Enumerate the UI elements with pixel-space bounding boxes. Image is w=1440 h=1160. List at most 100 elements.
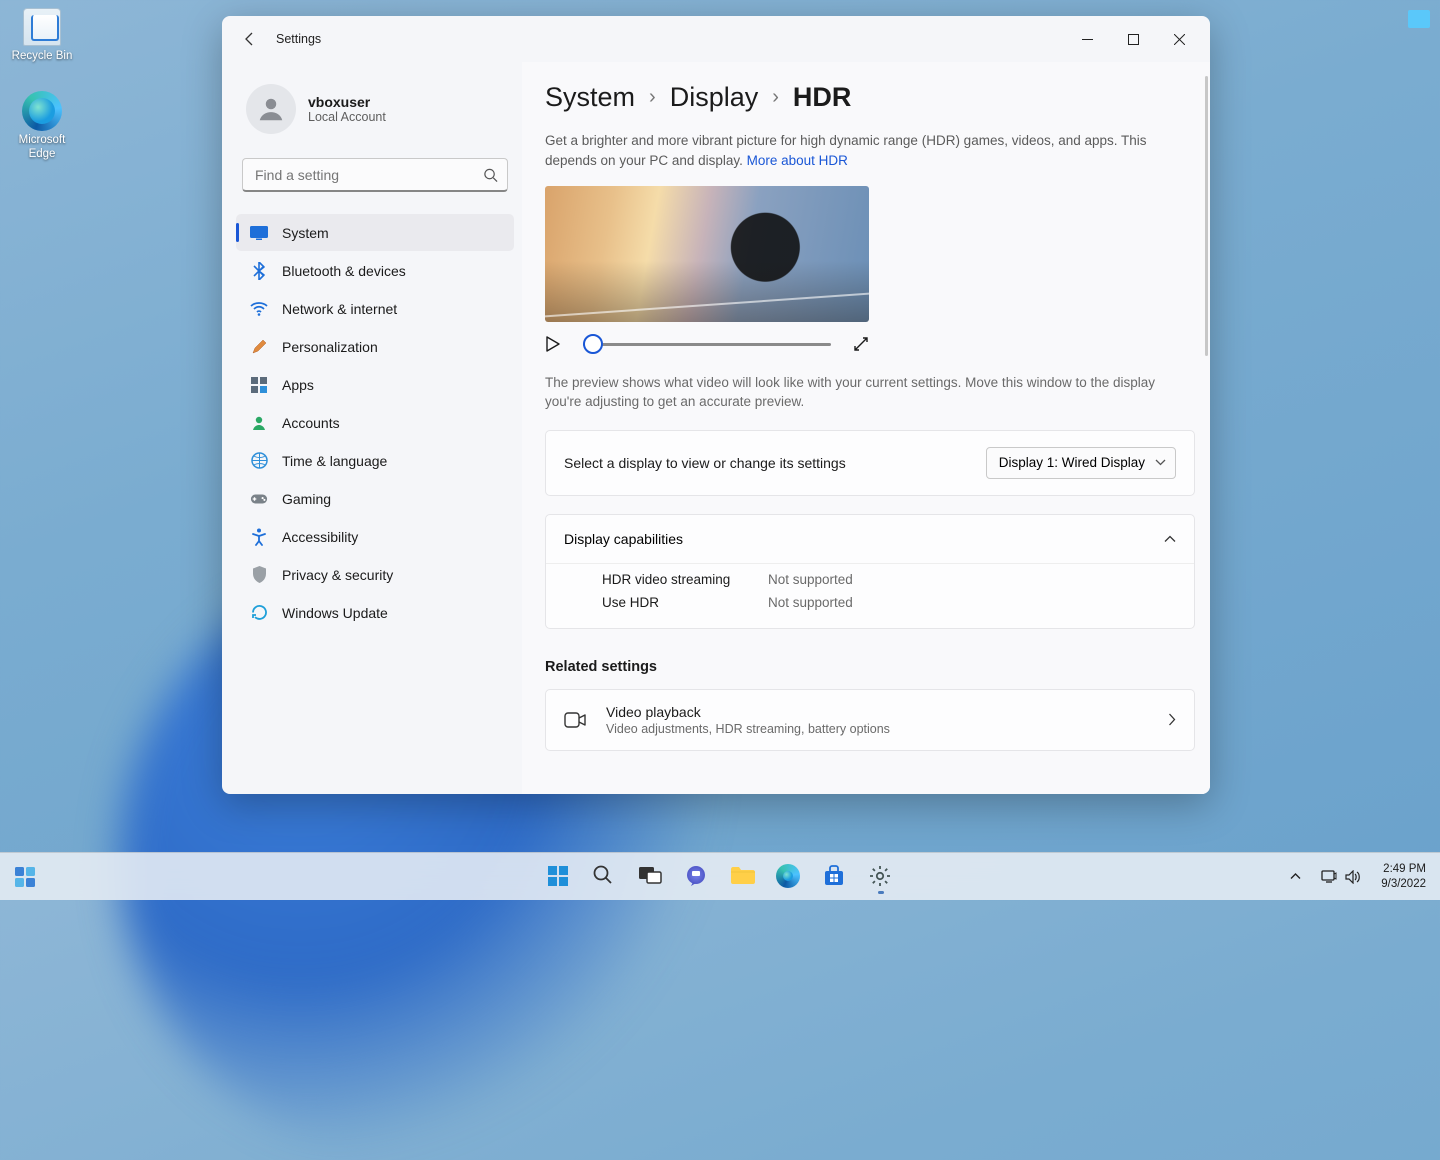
settings-window: Settings vboxuser Local Account bbox=[222, 16, 1210, 794]
user-name: vboxuser bbox=[308, 94, 386, 110]
sidebar-item-bluetooth[interactable]: Bluetooth & devices bbox=[236, 252, 514, 289]
scrollbar[interactable] bbox=[1205, 76, 1208, 356]
tray-quick-settings[interactable] bbox=[1315, 866, 1367, 888]
back-button[interactable] bbox=[236, 25, 264, 53]
sidebar-item-label: Accessibility bbox=[282, 529, 358, 545]
window-title: Settings bbox=[276, 32, 321, 46]
display-icon bbox=[250, 224, 268, 242]
file-explorer-button[interactable] bbox=[723, 857, 763, 897]
sidebar-item-label: Network & internet bbox=[282, 301, 397, 317]
video-playback-card[interactable]: Video playback Video adjustments, HDR st… bbox=[545, 689, 1195, 751]
update-icon bbox=[250, 604, 268, 622]
minimize-button[interactable] bbox=[1064, 23, 1110, 55]
slider-thumb[interactable] bbox=[583, 334, 603, 354]
start-button[interactable] bbox=[539, 857, 579, 897]
maximize-button[interactable] bbox=[1110, 23, 1156, 55]
sidebar-item-label: System bbox=[282, 225, 329, 241]
edge-button[interactable] bbox=[769, 857, 809, 897]
display-capabilities-card: Display capabilities HDR video streaming… bbox=[545, 514, 1195, 629]
sidebar-item-network[interactable]: Network & internet bbox=[236, 290, 514, 327]
dropdown-value: Display 1: Wired Display bbox=[999, 455, 1145, 470]
user-subtitle: Local Account bbox=[308, 110, 386, 124]
preview-slider[interactable] bbox=[583, 343, 831, 346]
edge-icon bbox=[21, 90, 63, 132]
video-icon bbox=[564, 712, 588, 728]
capability-row: HDR video streaming Not supported bbox=[602, 572, 1176, 587]
chevron-right-icon: › bbox=[772, 86, 779, 109]
desktop-icon-recycle-bin[interactable]: Recycle Bin bbox=[6, 6, 78, 64]
store-button[interactable] bbox=[815, 857, 855, 897]
desktop-icon-label: Recycle Bin bbox=[12, 50, 73, 64]
clock-date: 9/3/2022 bbox=[1381, 877, 1426, 891]
volume-tray-icon bbox=[1345, 870, 1361, 884]
taskbar-clock[interactable]: 2:49 PM 9/3/2022 bbox=[1375, 860, 1432, 893]
play-button[interactable] bbox=[545, 336, 561, 352]
store-icon bbox=[822, 864, 848, 890]
capability-row: Use HDR Not supported bbox=[602, 595, 1176, 610]
more-about-hdr-link[interactable]: More about HDR bbox=[747, 153, 848, 168]
network-tray-icon bbox=[1321, 870, 1337, 884]
capability-key: HDR video streaming bbox=[602, 572, 742, 587]
breadcrumb-display[interactable]: Display bbox=[670, 82, 759, 113]
taskbar-center bbox=[539, 857, 901, 897]
sidebar-item-accounts[interactable]: Accounts bbox=[236, 404, 514, 441]
breadcrumb-hdr: HDR bbox=[793, 82, 852, 113]
display-capabilities-header[interactable]: Display capabilities bbox=[546, 515, 1194, 563]
sidebar-item-accessibility[interactable]: Accessibility bbox=[236, 518, 514, 555]
sidebar-item-apps[interactable]: Apps bbox=[236, 366, 514, 403]
sidebar-item-label: Gaming bbox=[282, 491, 331, 507]
close-button[interactable] bbox=[1156, 23, 1202, 55]
system-tray: 2:49 PM 9/3/2022 bbox=[1284, 860, 1432, 893]
windows-icon bbox=[546, 864, 572, 890]
recycle-bin-icon bbox=[21, 6, 63, 48]
gear-icon bbox=[868, 864, 894, 890]
nav-list: System Bluetooth & devices Network & int… bbox=[236, 214, 514, 631]
clock-time: 2:49 PM bbox=[1381, 862, 1426, 876]
sidebar-item-label: Personalization bbox=[282, 339, 378, 355]
chat-icon bbox=[684, 864, 710, 890]
capability-value: Not supported bbox=[768, 572, 853, 587]
sidebar-item-label: Accounts bbox=[282, 415, 340, 431]
sidebar-item-privacy[interactable]: Privacy & security bbox=[236, 556, 514, 593]
search-input[interactable] bbox=[242, 158, 508, 192]
sidebar-item-update[interactable]: Windows Update bbox=[236, 594, 514, 631]
link-card-title: Video playback bbox=[606, 704, 890, 720]
sidebar-item-gaming[interactable]: Gaming bbox=[236, 480, 514, 517]
titlebar: Settings bbox=[222, 16, 1210, 62]
settings-taskbar-button[interactable] bbox=[861, 857, 901, 897]
desktop-icon-edge[interactable]: Microsoft Edge bbox=[6, 90, 78, 162]
sidebar-item-label: Windows Update bbox=[282, 605, 388, 621]
desktop-icons: Recycle Bin Microsoft Edge bbox=[6, 6, 78, 161]
fullscreen-button[interactable] bbox=[853, 336, 869, 352]
select-display-label: Select a display to view or change its s… bbox=[564, 455, 846, 471]
widgets-button[interactable] bbox=[10, 862, 40, 892]
user-block[interactable]: vboxuser Local Account bbox=[236, 70, 514, 152]
feedback-note-icon[interactable] bbox=[1408, 10, 1430, 28]
hdr-preview-video bbox=[545, 186, 869, 322]
edge-icon bbox=[776, 864, 802, 890]
taskbar-search-button[interactable] bbox=[585, 857, 625, 897]
tray-overflow-button[interactable] bbox=[1284, 869, 1307, 884]
sidebar-item-label: Time & language bbox=[282, 453, 387, 469]
sidebar-item-personalization[interactable]: Personalization bbox=[236, 328, 514, 365]
chevron-right-icon bbox=[1168, 713, 1176, 726]
shield-icon bbox=[250, 566, 268, 584]
breadcrumb-system[interactable]: System bbox=[545, 82, 635, 113]
capability-value: Not supported bbox=[768, 595, 853, 610]
task-view-button[interactable] bbox=[631, 857, 671, 897]
sidebar-item-label: Privacy & security bbox=[282, 567, 393, 583]
chevron-down-icon bbox=[1155, 459, 1166, 466]
display-dropdown[interactable]: Display 1: Wired Display bbox=[986, 447, 1176, 479]
chat-button[interactable] bbox=[677, 857, 717, 897]
sidebar-item-time[interactable]: Time & language bbox=[236, 442, 514, 479]
sidebar-item-label: Bluetooth & devices bbox=[282, 263, 406, 279]
content-area: System › Display › HDR Get a brighter an… bbox=[522, 62, 1210, 794]
task-view-icon bbox=[638, 864, 664, 890]
gamepad-icon bbox=[250, 490, 268, 508]
preview-controls bbox=[545, 336, 869, 352]
avatar-icon bbox=[246, 84, 296, 134]
preview-caption: The preview shows what video will look l… bbox=[545, 374, 1165, 412]
folder-icon bbox=[730, 864, 756, 890]
page-description: Get a brighter and more vibrant picture … bbox=[545, 131, 1165, 170]
sidebar-item-system[interactable]: System bbox=[236, 214, 514, 251]
